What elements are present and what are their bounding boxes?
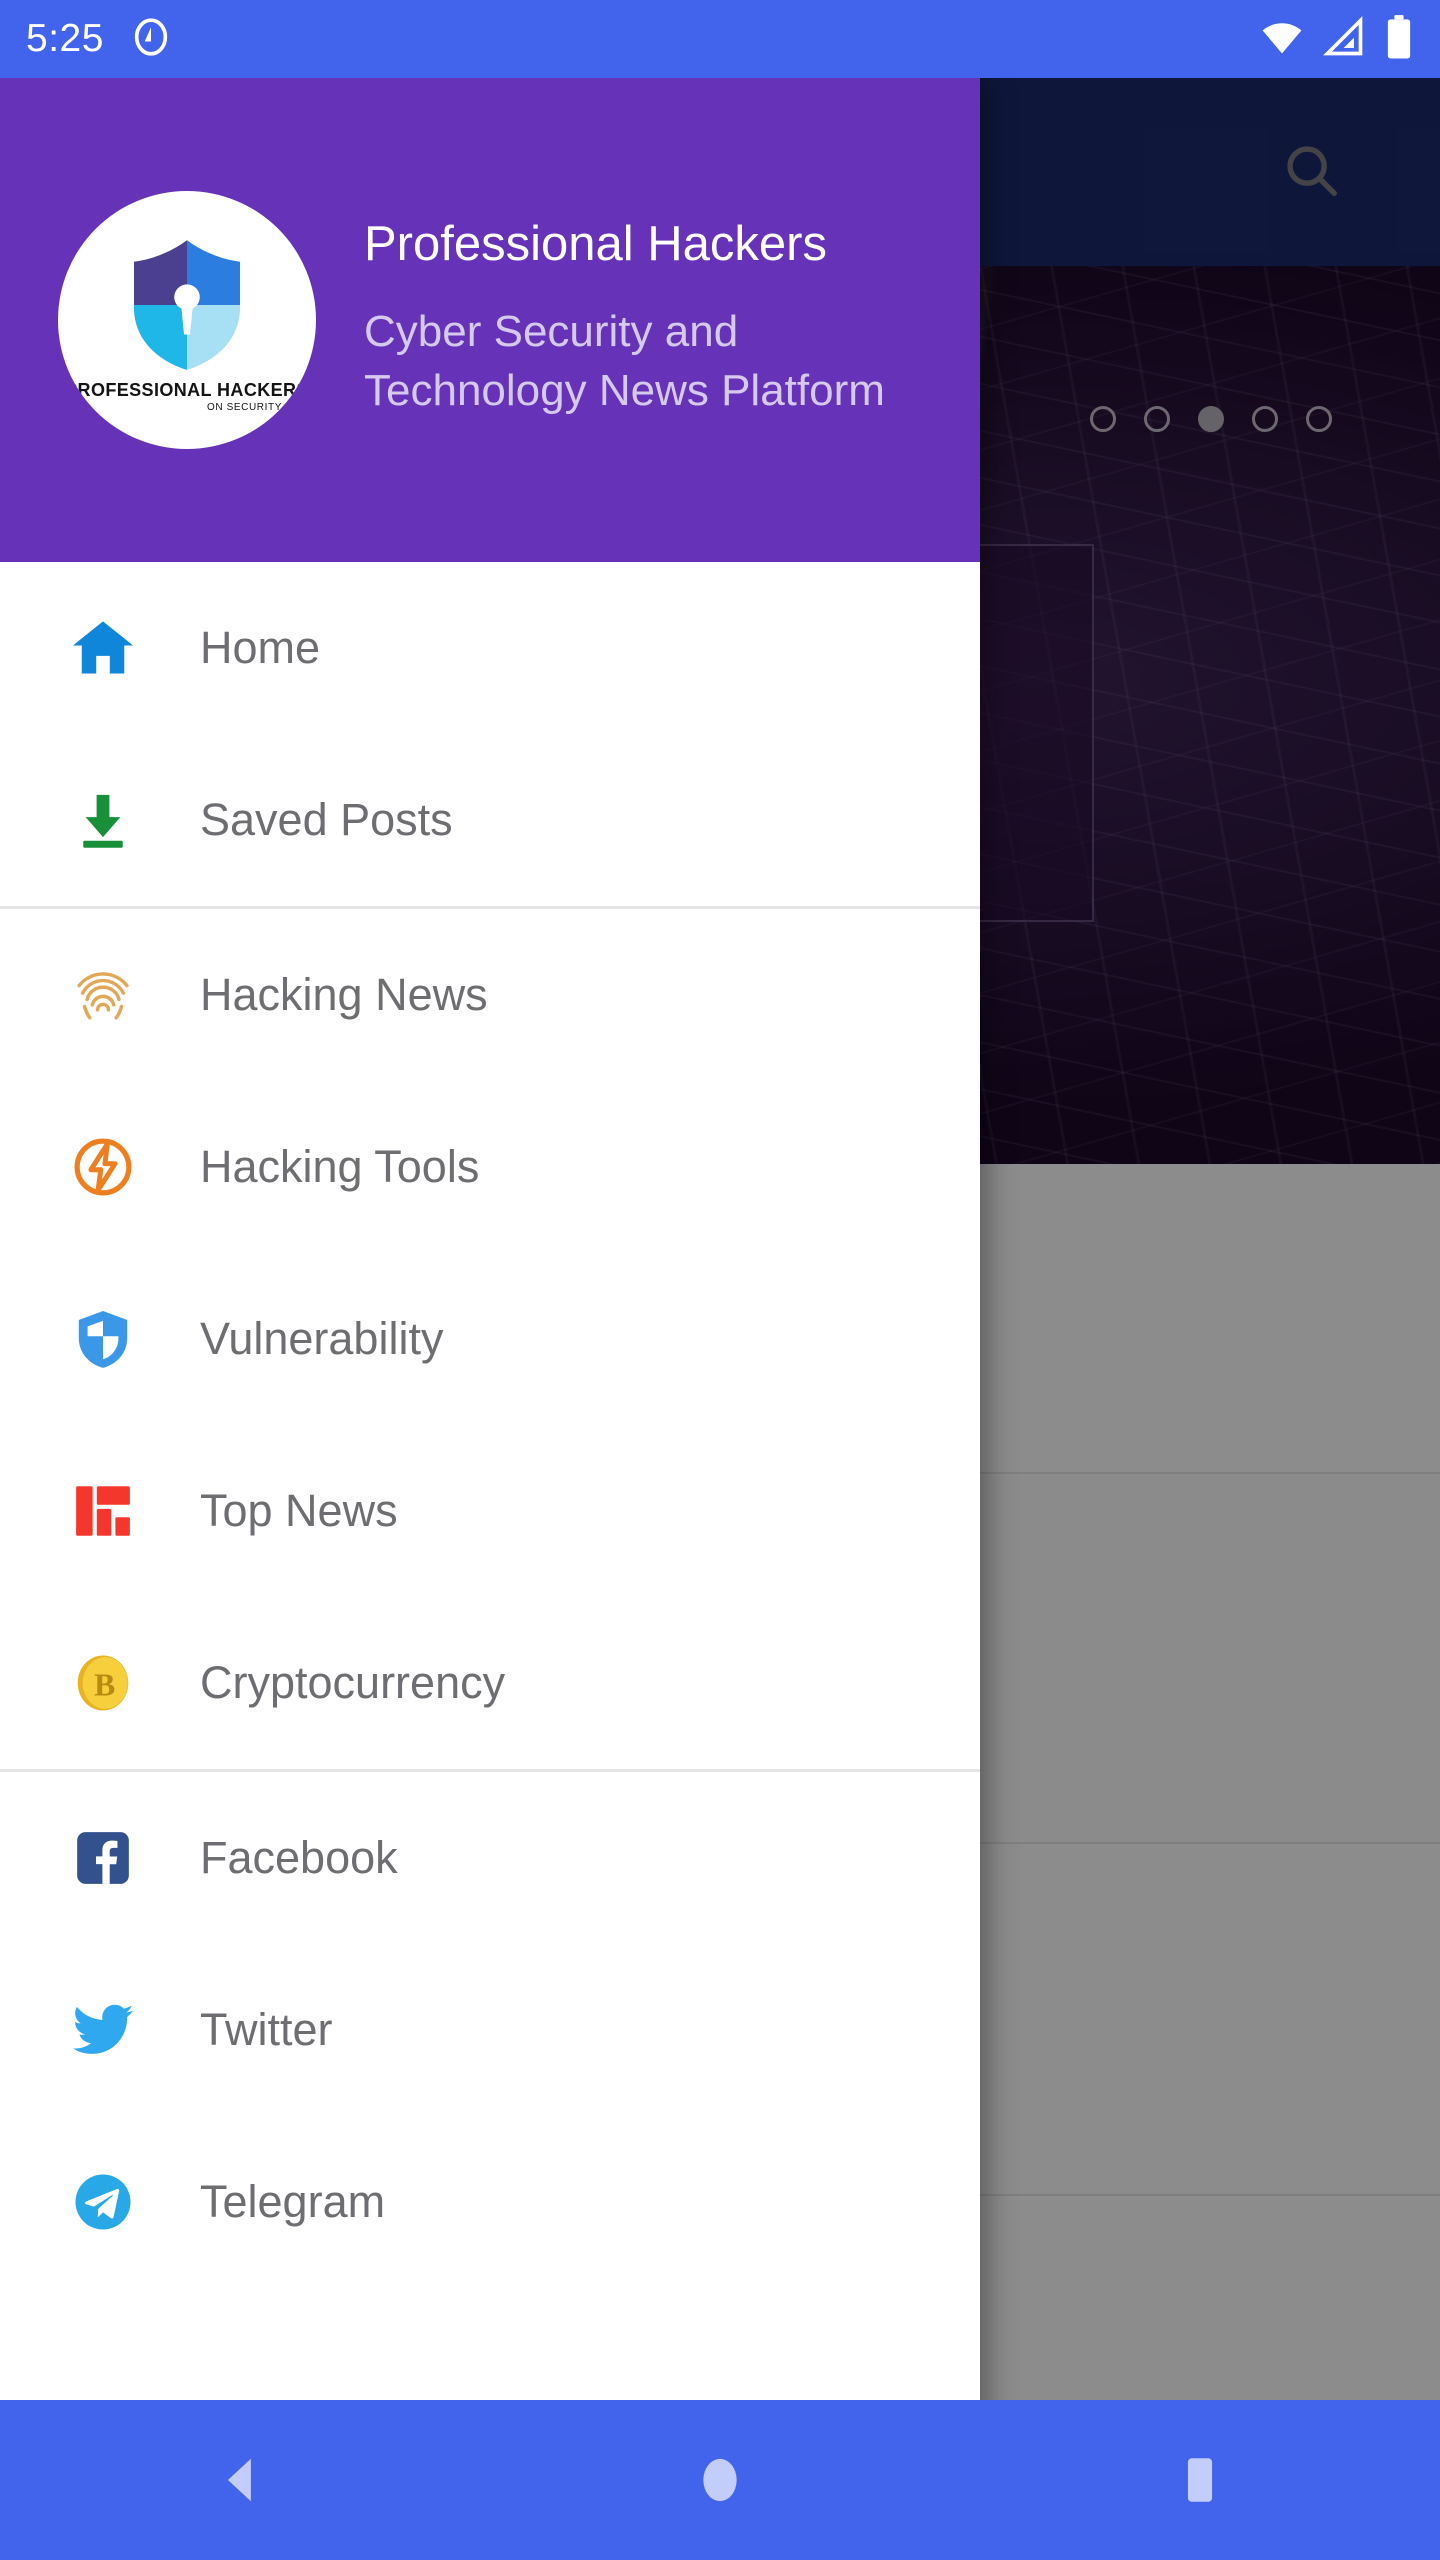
battery-icon (1384, 14, 1414, 65)
sidebar-item-saved-posts[interactable]: Saved Posts (0, 734, 980, 906)
sidebar-item-home[interactable]: Home (0, 562, 980, 734)
sidebar-item-cryptocurrency[interactable]: B Cryptocurrency (0, 1597, 980, 1769)
nav-group-primary: Home Saved Posts (0, 562, 980, 906)
sidebar-item-telegram[interactable]: Telegram (0, 2116, 980, 2288)
recents-square-icon[interactable] (1090, 2400, 1310, 2560)
drawer-header-texts: Professional Hackers Cyber Security and … (364, 220, 922, 419)
sidebar-item-facebook[interactable]: Facebook (0, 1772, 980, 1944)
download-icon (54, 788, 152, 852)
sidebar-item-label: Cryptocurrency (200, 1657, 506, 1708)
telegram-icon (54, 2169, 152, 2235)
app-subtitle: Cyber Security and Technology News Platf… (364, 307, 885, 415)
shield-keyhole-icon (133, 239, 241, 370)
phone-screen: cy enSilo RT (0, 0, 1440, 2560)
sidebar-item-vulnerability[interactable]: Vulnerability (0, 1253, 980, 1425)
bolt-circle-icon (54, 1134, 152, 1200)
status-bar: 5:25 (0, 0, 1440, 78)
sidebar-item-top-news[interactable]: Top News (0, 1425, 980, 1597)
home-icon (54, 614, 152, 682)
status-clock: 5:25 (26, 17, 104, 60)
svg-text:B: B (94, 1668, 115, 1703)
drawer-header: PROFESSIONAL HACKERS ON SECURITY Profess… (0, 78, 980, 562)
shield-icon (54, 1306, 152, 1372)
sidebar-item-label: Top News (200, 1485, 398, 1536)
back-triangle-icon[interactable] (130, 2400, 350, 2560)
status-bar-left: 5:25 (26, 16, 172, 63)
home-circle-icon[interactable] (610, 2400, 830, 2560)
navigation-drawer: PROFESSIONAL HACKERS ON SECURITY Profess… (0, 78, 980, 2482)
cellular-icon (1322, 15, 1366, 64)
sidebar-item-label: Twitter (200, 2004, 333, 2055)
app-title: Professional Hackers (364, 217, 827, 272)
status-bar-right (1260, 14, 1414, 65)
sidebar-item-label: Vulnerability (200, 1313, 444, 1364)
sidebar-item-hacking-tools[interactable]: Hacking Tools (0, 1081, 980, 1253)
sidebar-item-hacking-news[interactable]: Hacking News (0, 909, 980, 1081)
android-nav-bar (0, 2400, 1440, 2560)
nav-group-categories: Hacking News Hacking Tools Vulnerability… (0, 909, 980, 1769)
sidebar-item-label: Hacking News (200, 969, 488, 1020)
sidebar-item-label: Home (200, 622, 321, 673)
sidebar-item-label: Saved Posts (200, 794, 453, 845)
twitter-icon (54, 1997, 152, 2063)
bitcoin-coin-icon: B (54, 1650, 152, 1716)
notification-icon (130, 16, 172, 63)
sidebar-item-label: Facebook (200, 1832, 398, 1883)
fingerprint-icon (54, 962, 152, 1028)
sidebar-item-label: Telegram (200, 2176, 386, 2227)
sidebar-item-label: Hacking Tools (200, 1141, 480, 1192)
nav-group-social: Facebook Twitter Telegram (0, 1772, 980, 2288)
logo-brand-sub: ON SECURITY (207, 401, 282, 413)
grid-icon (54, 1480, 152, 1542)
logo-brand-text: PROFESSIONAL HACKERS (65, 379, 309, 400)
sidebar-item-twitter[interactable]: Twitter (0, 1944, 980, 2116)
avatar: PROFESSIONAL HACKERS ON SECURITY (58, 191, 316, 449)
wifi-icon (1260, 15, 1304, 64)
facebook-icon (54, 1827, 152, 1889)
